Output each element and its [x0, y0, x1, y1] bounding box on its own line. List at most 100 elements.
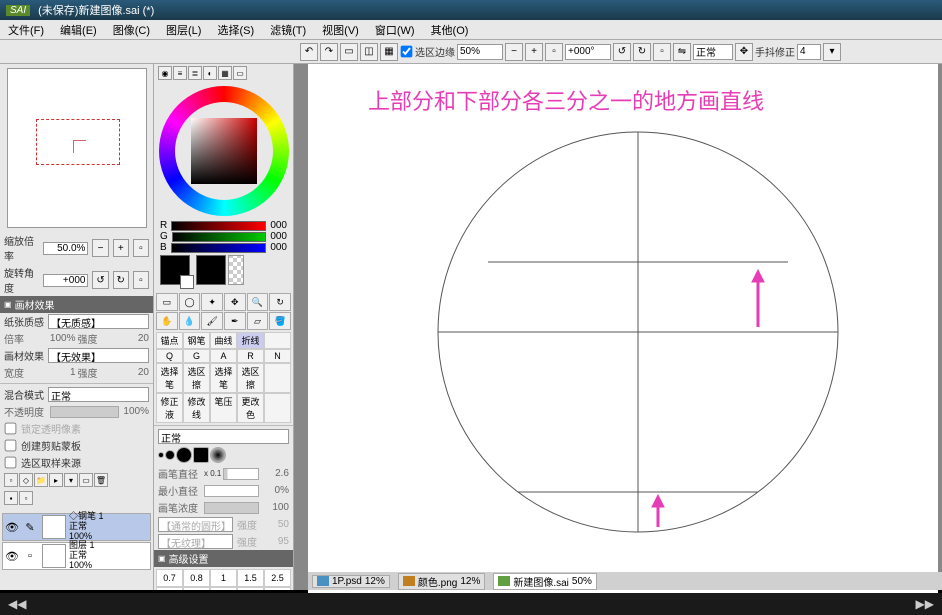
zoom-reset-icon[interactable]: ▫: [545, 43, 563, 61]
brush-shape-select[interactable]: 【通常的圆形】: [158, 517, 233, 532]
b-slider[interactable]: [171, 243, 267, 253]
paper-select[interactable]: 【无质感】: [48, 314, 149, 329]
adv-preset[interactable]: .: [183, 587, 210, 590]
brush-preset[interactable]: [158, 452, 164, 458]
tool-undo-icon[interactable]: ↶: [300, 43, 318, 61]
transfer-icon[interactable]: ▸: [49, 473, 63, 487]
tool-editline[interactable]: 修改线: [183, 393, 210, 423]
tool-deselect-icon[interactable]: ▭: [340, 43, 358, 61]
layer-item-1[interactable]: 👁 ▫ 图层 1 正常100%: [2, 542, 151, 570]
brush-preset[interactable]: [176, 447, 192, 463]
lock-alpha-checkbox[interactable]: [5, 423, 17, 435]
menu-window[interactable]: 窗口(W): [367, 20, 423, 39]
visibility-icon[interactable]: 👁: [3, 521, 21, 534]
tool-rotate-icon[interactable]: ↻: [269, 293, 291, 311]
layer-item-pen1[interactable]: 👁 ✎ ◇钢笔 1 正常100%: [2, 513, 151, 541]
tool-wand-icon[interactable]: ✦: [201, 293, 223, 311]
visibility-icon[interactable]: 👁: [3, 550, 21, 563]
doc-tab-1p[interactable]: 1P.psd12%: [312, 575, 390, 588]
menu-image[interactable]: 图像(C): [105, 20, 158, 39]
bg-color-swatch[interactable]: [180, 275, 194, 289]
tool-polyline[interactable]: 折线: [237, 332, 264, 349]
zoom-out-icon[interactable]: −: [505, 43, 523, 61]
layer-blend-select[interactable]: 正常: [48, 387, 149, 402]
tool-selpen2[interactable]: 选择笔: [210, 363, 237, 393]
menu-layer[interactable]: 图层(L): [158, 20, 209, 39]
brush-min-slider[interactable]: [204, 485, 259, 497]
swatches-icon[interactable]: ▦: [218, 66, 232, 80]
stabilizer-opt-icon[interactable]: ▾: [823, 43, 841, 61]
rot-reset-icon[interactable]: ▫: [653, 43, 671, 61]
adv-header[interactable]: 高级设置: [154, 550, 293, 567]
new-linework-icon[interactable]: ◇: [19, 473, 33, 487]
adv-preset[interactable]: [264, 587, 291, 590]
blend-select[interactable]: [693, 44, 733, 60]
navigator-viewport[interactable]: [36, 119, 120, 165]
tool-recolor[interactable]: 更改色: [237, 393, 264, 423]
navigator-thumb[interactable]: [7, 68, 147, 228]
color-sv-square[interactable]: [191, 118, 257, 184]
menu-file[interactable]: 文件(F): [0, 20, 52, 39]
tool-rectsel-icon[interactable]: ▭: [156, 293, 178, 311]
sel-edge-checkbox[interactable]: [401, 46, 413, 58]
color-wheel[interactable]: [159, 86, 289, 216]
prev-icon[interactable]: ◀◀: [8, 597, 26, 611]
tool-picker-icon[interactable]: 💧: [179, 312, 201, 330]
adv-preset[interactable]: [237, 587, 264, 590]
rgb-slider-icon[interactable]: ≡: [173, 66, 187, 80]
tool-eraser-icon[interactable]: ▱: [247, 312, 269, 330]
tool-bucket-icon[interactable]: 🪣: [269, 312, 291, 330]
tool-pen[interactable]: 钢笔: [183, 332, 210, 349]
menu-view[interactable]: 视图(V): [314, 20, 367, 39]
tool-empty1[interactable]: [264, 332, 291, 349]
sample-src-checkbox[interactable]: [5, 457, 17, 469]
adv-preset[interactable]: 2.5: [264, 569, 291, 587]
adv-preset[interactable]: [156, 587, 183, 590]
brush-mode-select[interactable]: 正常: [158, 429, 289, 444]
brush-preset[interactable]: [210, 447, 226, 463]
rot-minus-icon[interactable]: ↺: [92, 271, 108, 289]
new-layer-icon[interactable]: ▫: [4, 473, 18, 487]
zoom-input[interactable]: [457, 44, 503, 60]
brush-preset[interactable]: [193, 447, 209, 463]
tool-empty2[interactable]: [264, 363, 291, 393]
tool-curve[interactable]: 曲线: [210, 332, 237, 349]
flip-h-icon[interactable]: ⇋: [673, 43, 691, 61]
delete-layer-icon[interactable]: 🗑: [94, 473, 108, 487]
menu-other[interactable]: 其他(O): [423, 20, 477, 39]
color-wheel-icon[interactable]: ◉: [158, 66, 172, 80]
tool-showsel-icon[interactable]: ▦: [380, 43, 398, 61]
tool-move-icon[interactable]: ✥: [224, 293, 246, 311]
tool-empty3[interactable]: [264, 393, 291, 423]
doc-tab-color[interactable]: 颜色.png12%: [398, 573, 485, 590]
zoom-value[interactable]: 50.0%: [43, 242, 88, 255]
menu-select[interactable]: 选择(S): [209, 20, 262, 39]
adv-preset[interactable]: [210, 587, 237, 590]
adv-preset[interactable]: 0.8: [183, 569, 210, 587]
zoom-in-icon[interactable]: +: [525, 43, 543, 61]
next-icon[interactable]: ▶▶: [916, 597, 934, 611]
tool-selerase[interactable]: 选区擦: [183, 363, 210, 393]
brush-tex-select[interactable]: 【无纹理】: [158, 534, 233, 549]
menu-filter[interactable]: 滤镜(T): [262, 20, 314, 39]
mixer-icon[interactable]: ◐: [203, 66, 217, 80]
new-folder-icon[interactable]: 📁: [34, 473, 48, 487]
transparent-swatch[interactable]: [228, 255, 244, 285]
effect-select[interactable]: 【无效果】: [48, 348, 149, 363]
tool-pressure[interactable]: 笔压: [210, 393, 237, 423]
clip-mask-checkbox[interactable]: [5, 440, 17, 452]
brush-size-slider[interactable]: [223, 468, 259, 480]
g-slider[interactable]: [172, 232, 267, 242]
rot-value[interactable]: +000: [43, 274, 88, 287]
rot-ccw-icon[interactable]: ↺: [613, 43, 631, 61]
tool-correction[interactable]: 修正液: [156, 393, 183, 423]
hsv-slider-icon[interactable]: ≣: [188, 66, 202, 80]
stabilizer-icon[interactable]: ✥: [735, 43, 753, 61]
r-slider[interactable]: [171, 221, 266, 231]
scratchpad-icon[interactable]: ▭: [233, 66, 247, 80]
tool-selerase2[interactable]: 选区擦: [237, 363, 264, 393]
clear-icon[interactable]: ▭: [79, 473, 93, 487]
rot-plus-icon[interactable]: ↻: [113, 271, 129, 289]
rot-zero-icon[interactable]: ▫: [133, 271, 149, 289]
tool-selpen[interactable]: 选择笔: [156, 363, 183, 393]
